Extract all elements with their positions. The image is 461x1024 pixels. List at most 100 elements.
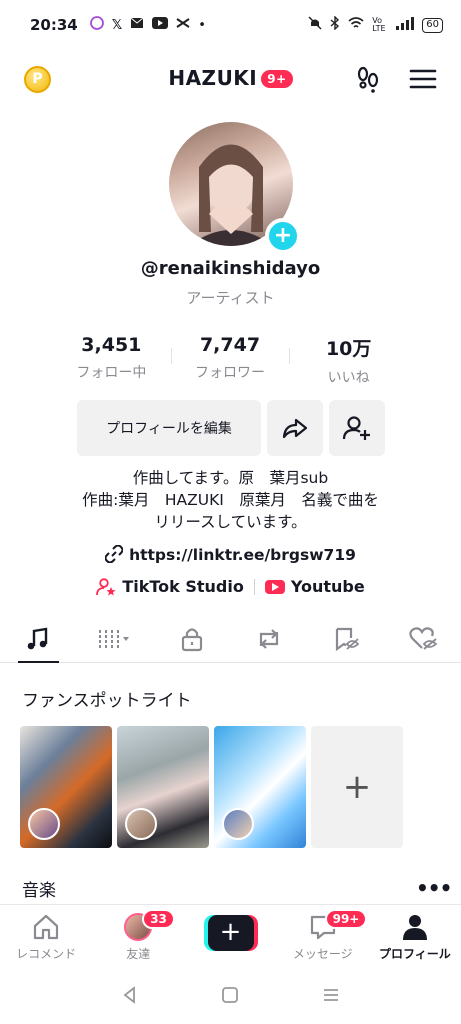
account-badge: 9+ — [261, 70, 293, 88]
link-icon — [104, 544, 124, 564]
account-name: HAZUKI — [168, 66, 258, 90]
tab-reposts[interactable] — [230, 615, 307, 662]
spotlight-title: ファンスポットライト — [22, 691, 192, 711]
profile-icon — [402, 915, 427, 940]
followers-count: 7,747 — [199, 334, 261, 356]
tab-music[interactable] — [0, 615, 77, 663]
nav-home[interactable]: レコメンド — [0, 905, 92, 966]
repost-icon — [259, 628, 278, 649]
profile-stats: 3,451 フォロー中 7,747 フォロワー 10万 いいね — [52, 334, 408, 387]
tab-private[interactable] — [154, 615, 231, 662]
bio-line: 作曲:葉月 HAZUKI 原葉月 名義で曲を — [82, 491, 379, 509]
bluetooth-icon — [330, 15, 340, 34]
tiktok-studio-link[interactable]: TikTok Studio — [96, 577, 244, 596]
likes-stat[interactable]: 10万 いいね — [289, 334, 408, 387]
nav-home-label: レコメンド — [16, 947, 77, 961]
nav-inbox[interactable]: 99+ メッセージ — [277, 905, 369, 966]
edit-profile-button[interactable]: プロフィールを編集 — [77, 400, 261, 456]
inbox-badge: 99+ — [324, 909, 368, 929]
youtube-label: Youtube — [290, 577, 365, 596]
account-category[interactable]: アーティスト — [0, 287, 461, 308]
add-friend-button[interactable] — [329, 400, 385, 456]
account-switcher[interactable]: HAZUKI 9+ — [0, 66, 461, 90]
bio-line: 作曲してます。原 葉月sub — [132, 469, 329, 487]
share-icon — [282, 418, 308, 439]
mail-icon — [130, 17, 144, 33]
tab-playlists[interactable] — [77, 615, 154, 662]
battery-icon: 60 — [422, 17, 443, 33]
profile-extras: TikTok Studio Youtube — [0, 577, 461, 596]
menu-icon[interactable] — [408, 64, 438, 94]
home-icon — [33, 914, 59, 940]
bars-dropdown-icon — [99, 629, 130, 648]
following-label: フォロー中 — [76, 365, 147, 381]
wifi-icon — [348, 16, 364, 34]
following-stat[interactable]: 3,451 フォロー中 — [52, 334, 171, 387]
lock-icon — [181, 627, 203, 651]
mute-icon — [308, 16, 322, 34]
home-square-icon[interactable] — [221, 986, 239, 1008]
capcut-icon — [176, 17, 190, 33]
nav-profile-label: プロフィール — [379, 947, 451, 961]
profile-tabs — [0, 615, 461, 663]
plus-icon: + — [207, 915, 254, 951]
nav-create[interactable]: + — [184, 905, 276, 966]
creator-avatar — [125, 808, 157, 840]
creator-avatar — [222, 808, 254, 840]
system-navigation-bar — [0, 970, 461, 1024]
creator-avatar — [28, 808, 60, 840]
footprint-icon[interactable] — [353, 64, 383, 94]
bio-line: リリースしています。 — [154, 513, 307, 531]
add-story-button[interactable]: + — [265, 218, 301, 254]
following-count: 3,451 — [81, 334, 142, 356]
music-icon — [28, 627, 48, 649]
username: @renaikinshidayo — [140, 258, 321, 279]
studio-user-star-icon — [96, 577, 116, 595]
more-options-icon[interactable]: ••• — [416, 876, 452, 900]
divider — [253, 578, 255, 595]
youtube-link[interactable]: Youtube — [264, 577, 365, 596]
friends-badge: 33 — [142, 909, 175, 929]
back-icon[interactable] — [121, 986, 139, 1008]
nav-friends[interactable]: 33 友達 — [92, 905, 184, 966]
system-icons: Vo LTE 60 — [308, 15, 443, 34]
likes-label: いいね — [327, 370, 370, 386]
tab-liked[interactable] — [384, 615, 461, 662]
heart-eye-icon — [408, 626, 437, 650]
signal-icon — [396, 16, 415, 34]
clock: 20:34 — [30, 16, 78, 34]
add-spotlight-button[interactable]: + — [311, 726, 403, 848]
chat-bubble-icon — [89, 16, 104, 34]
music-section-title: 音楽 — [22, 881, 56, 901]
profile-avatar-container[interactable]: + — [169, 122, 301, 254]
bottom-navigation: レコメンド 33 友達 + 99+ メッセージ プロフィール — [0, 904, 461, 966]
share-profile-button[interactable] — [267, 400, 323, 456]
tiktok-studio-label: TikTok Studio — [122, 577, 244, 596]
link-text: https://linktr.ee/brgsw719 — [129, 546, 356, 564]
notification-icons: 𝕏 • — [89, 16, 206, 34]
bookmark-eye-icon — [335, 627, 359, 651]
network-type: Vo LTE — [372, 16, 386, 33]
spotlight-video[interactable] — [117, 726, 209, 848]
profile-link[interactable]: https://linktr.ee/brgsw719 — [0, 544, 461, 564]
likes-count: 10万 — [325, 338, 372, 360]
recents-icon[interactable] — [322, 986, 340, 1008]
dot-icon: • — [198, 17, 206, 33]
spotlight-video[interactable] — [214, 726, 306, 848]
youtube-icon — [152, 17, 169, 33]
create-button[interactable]: + — [203, 915, 258, 951]
youtube-icon — [264, 579, 285, 594]
x-logo-icon: 𝕏 — [111, 17, 123, 33]
followers-label: フォロワー — [195, 365, 265, 381]
tab-favorites[interactable] — [307, 615, 384, 662]
status-bar: 20:34 𝕏 • Vo LTE 60 — [0, 0, 461, 50]
nav-inbox-label: メッセージ — [292, 947, 353, 961]
nav-friends-label: 友達 — [126, 947, 151, 961]
followers-stat[interactable]: 7,747 フォロワー — [170, 334, 290, 387]
spotlight-list: + — [20, 726, 403, 848]
profile-actions: プロフィールを編集 — [77, 400, 385, 456]
nav-profile[interactable]: プロフィール — [369, 905, 461, 966]
add-user-icon — [342, 416, 370, 440]
bio: 作曲してます。原 葉月sub 作曲:葉月 HAZUKI 原葉月 名義で曲を リリ… — [0, 467, 461, 533]
spotlight-video[interactable] — [20, 726, 112, 848]
